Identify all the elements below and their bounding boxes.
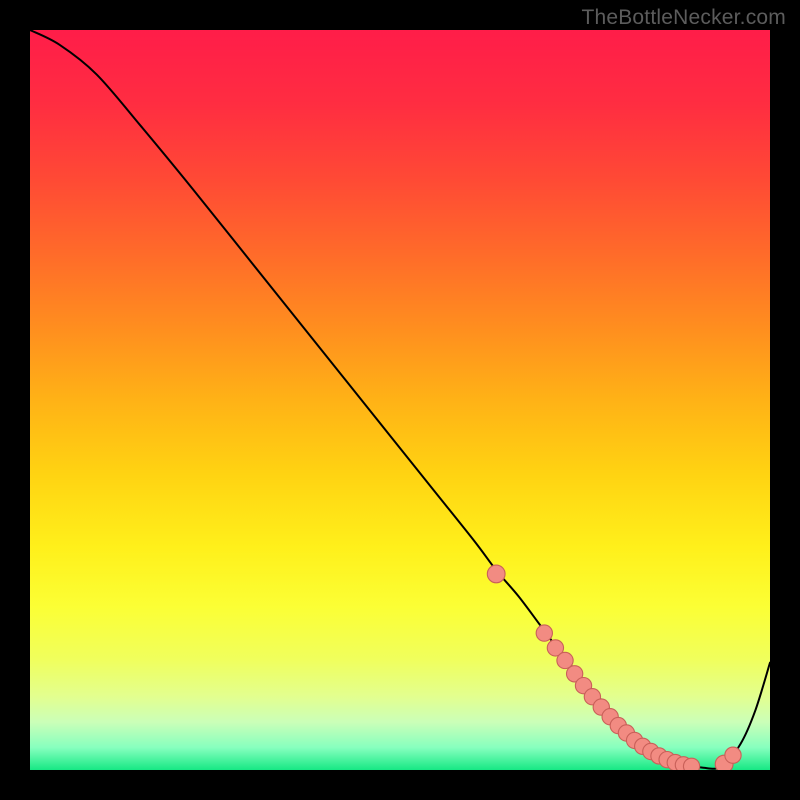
marker-point — [683, 758, 699, 770]
watermark-text: TheBottleNecker.com — [581, 6, 786, 30]
chart-stage: TheBottleNecker.com — [0, 0, 800, 800]
marker-point — [487, 565, 505, 583]
chart-svg — [30, 30, 770, 770]
marker-point — [536, 625, 552, 641]
plot-area — [30, 30, 770, 770]
gradient-background — [30, 30, 770, 770]
marker-point — [725, 747, 741, 763]
